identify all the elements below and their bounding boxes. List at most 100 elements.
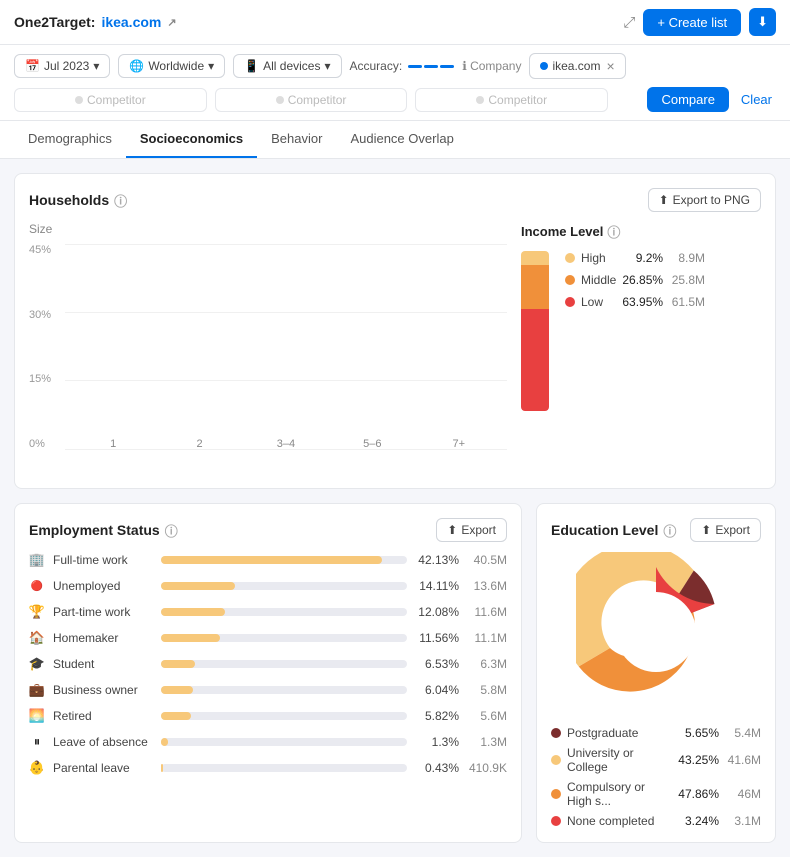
emp-pct-retired: 5.82% xyxy=(415,709,459,723)
clear-button[interactable]: Clear xyxy=(737,87,776,112)
chevron-down-icon: ▾ xyxy=(324,59,330,73)
emp-track-leave xyxy=(161,738,407,746)
emp-pct-student: 6.53% xyxy=(415,657,459,671)
bar-xlabel-5: 7+ xyxy=(452,438,465,450)
date-filter[interactable]: 📅 Jul 2023 ▾ xyxy=(14,54,110,78)
create-list-button[interactable]: + Create list xyxy=(643,9,741,36)
tab-demographics[interactable]: Demographics xyxy=(14,121,126,158)
expand-icon[interactable]: ⤢ xyxy=(623,14,635,31)
emp-row-parental: 👶 Parental leave 0.43% 410.9K xyxy=(29,760,507,776)
bar-4: 5–6 xyxy=(345,430,399,450)
chevron-down-icon: ▾ xyxy=(93,59,99,73)
download-button[interactable]: ⬇ xyxy=(749,8,776,36)
emp-icon-homemaker: 🏠 xyxy=(29,630,45,646)
filter-bar: 📅 Jul 2023 ▾ 🌐 Worldwide ▾ 📱 All devices… xyxy=(0,45,790,121)
emp-pct-fulltime: 42.13% xyxy=(415,553,459,567)
emp-icon-fulltime: 🏢 xyxy=(29,552,45,568)
donut-center xyxy=(616,592,696,672)
size-label: Size xyxy=(29,222,507,236)
emp-val-parental: 410.9K xyxy=(467,761,507,775)
income-legend: High 9.2% 8.9M Middle 26.85% 25.8M xyxy=(565,251,705,309)
households-card: Households ⓘ ⬆ Export to PNG Size 45% 30… xyxy=(14,173,776,489)
competitor-3[interactable]: Competitor xyxy=(415,88,608,112)
emp-fill-parttime xyxy=(161,608,225,616)
compare-button[interactable]: Compare xyxy=(647,87,728,112)
emp-pct-parental: 0.43% xyxy=(415,761,459,775)
comp-dot-3 xyxy=(476,96,484,104)
edu-val-postgrad: 5.4M xyxy=(725,726,761,740)
income-title-text: Income Level xyxy=(521,224,603,239)
households-export-button[interactable]: ⬆ Export to PNG xyxy=(648,188,761,212)
emp-icon-leave: ⏸ xyxy=(29,734,45,750)
income-val-high: 8.9M xyxy=(669,251,705,265)
income-chart: Income Level ⓘ High 9.2% 8.9M xyxy=(521,222,761,474)
upload-icon-3: ⬆ xyxy=(701,523,711,537)
edu-val-compulsory: 46M xyxy=(725,787,761,801)
bar-xlabel-2: 2 xyxy=(197,438,203,450)
y-label-30: 30% xyxy=(29,309,61,321)
emp-label-parental: Parental leave xyxy=(53,761,153,775)
tab-audience-overlap[interactable]: Audience Overlap xyxy=(336,121,467,158)
device-filter[interactable]: 📱 All devices ▾ xyxy=(233,54,341,78)
active-filter-ikea[interactable]: ikea.com × xyxy=(529,53,625,79)
app-name: One2Target: xyxy=(14,14,95,30)
brand-link[interactable]: ikea.com xyxy=(101,14,161,30)
edu-row-university: University or College 43.25% 41.6M xyxy=(551,746,761,774)
emp-val-student: 6.3M xyxy=(467,657,507,671)
income-info-icon[interactable]: ⓘ xyxy=(607,222,620,241)
emp-label-unemployed: Unemployed xyxy=(53,579,153,593)
emp-track-fulltime xyxy=(161,556,407,564)
accuracy-indicator xyxy=(408,65,454,68)
y-axis: 45% 30% 15% 0% xyxy=(29,244,61,450)
emp-fill-fulltime xyxy=(161,556,382,564)
emp-icon-retired: 🌅 xyxy=(29,708,45,724)
households-info-icon[interactable]: ⓘ xyxy=(114,191,127,210)
geo-label: Worldwide xyxy=(148,59,204,73)
competitor-1[interactable]: Competitor xyxy=(14,88,207,112)
income-title: Income Level ⓘ xyxy=(521,222,761,241)
emp-label-homemaker: Homemaker xyxy=(53,631,153,645)
tab-behavior[interactable]: Behavior xyxy=(257,121,336,158)
edu-dot-university xyxy=(551,755,561,765)
education-legend: Postgraduate 5.65% 5.4M University or Co… xyxy=(551,726,761,828)
device-label: All devices xyxy=(263,59,320,73)
top-bar-actions: ⤢ + Create list ⬇ xyxy=(623,8,776,36)
income-stacked-bar xyxy=(521,251,549,411)
emp-row-student: 🎓 Student 6.53% 6.3M xyxy=(29,656,507,672)
company-label: ℹ Company xyxy=(462,59,521,73)
emp-label-business: Business owner xyxy=(53,683,153,697)
comp-dot-2 xyxy=(276,96,284,104)
bar-xlabel-1: 1 xyxy=(110,438,116,450)
income-stacked: High 9.2% 8.9M Middle 26.85% 25.8M xyxy=(521,251,761,411)
chevron-down-icon: ▾ xyxy=(208,59,214,73)
emp-fill-homemaker xyxy=(161,634,220,642)
employment-header: Employment Status ⓘ ⬆ Export xyxy=(29,518,507,542)
bar-xlabel-4: 5–6 xyxy=(363,438,381,450)
bar-1: 1 xyxy=(86,430,140,450)
education-card: Education Level ⓘ ⬆ Export xyxy=(536,503,776,843)
geo-filter[interactable]: 🌐 Worldwide ▾ xyxy=(118,54,225,78)
education-export-button[interactable]: ⬆ Export xyxy=(690,518,761,542)
income-label-high: High xyxy=(581,251,617,265)
bar-chart-area: 45% 30% 15% 0% xyxy=(29,244,507,474)
y-label-45: 45% xyxy=(29,244,61,256)
bar-xlabel-3: 3–4 xyxy=(277,438,295,450)
external-link-icon[interactable]: ↗ xyxy=(167,16,176,29)
edu-row-compulsory: Compulsory or High s... 47.86% 46M xyxy=(551,780,761,808)
competitor-2[interactable]: Competitor xyxy=(215,88,408,112)
edu-dot-compulsory xyxy=(551,789,561,799)
app-title: One2Target: ikea.com ↗ xyxy=(14,14,177,30)
employment-info-icon[interactable]: ⓘ xyxy=(165,521,178,540)
edu-dot-none xyxy=(551,816,561,826)
tab-socioeconomics[interactable]: Socioeconomics xyxy=(126,121,257,158)
emp-val-parttime: 11.6M xyxy=(467,605,507,619)
employment-export-button[interactable]: ⬆ Export xyxy=(436,518,507,542)
close-icon[interactable]: × xyxy=(606,58,614,74)
education-info-icon[interactable]: ⓘ xyxy=(663,521,676,540)
emp-pct-parttime: 12.08% xyxy=(415,605,459,619)
emp-icon-parental: 👶 xyxy=(29,760,45,776)
emp-fill-parental xyxy=(161,764,163,772)
comp-label-1: Competitor xyxy=(87,93,146,107)
income-dot-low xyxy=(565,297,575,307)
emp-track-parental xyxy=(161,764,407,772)
